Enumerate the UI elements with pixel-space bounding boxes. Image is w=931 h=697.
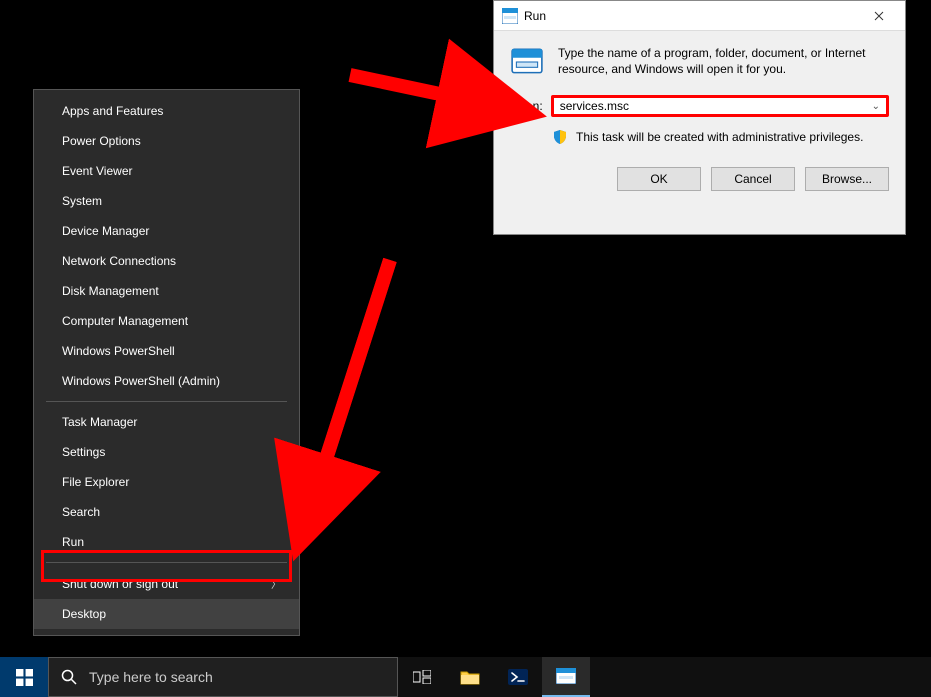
taskbar: Type here to search xyxy=(0,657,931,697)
run-dialog-titlebar[interactable]: Run xyxy=(494,1,905,31)
taskbar-app-explorer[interactable] xyxy=(446,657,494,697)
chevron-right-icon: 〉 xyxy=(271,576,281,591)
run-open-combobox[interactable]: services.msc ⌄ xyxy=(551,95,889,117)
run-dialog: Run Type the name of a program, folder, … xyxy=(493,0,906,235)
winx-item-powershell-admin[interactable]: Windows PowerShell (Admin) xyxy=(34,366,299,396)
ok-button[interactable]: OK xyxy=(617,167,701,191)
winx-item-disk-management[interactable]: Disk Management xyxy=(34,276,299,306)
task-view-button[interactable] xyxy=(398,657,446,697)
winx-item-event-viewer[interactable]: Event Viewer xyxy=(34,156,299,186)
taskbar-search[interactable]: Type here to search xyxy=(48,657,398,697)
run-open-label: Open: xyxy=(510,99,543,113)
powershell-icon xyxy=(508,669,528,685)
task-view-icon xyxy=(413,670,431,684)
taskbar-app-run[interactable] xyxy=(542,657,590,697)
winx-context-menu: Apps and Features Power Options Event Vi… xyxy=(33,89,300,636)
start-button[interactable] xyxy=(0,657,48,697)
winx-separator xyxy=(46,401,287,402)
run-dialog-icon xyxy=(502,8,518,24)
close-button[interactable] xyxy=(856,2,901,30)
file-explorer-icon xyxy=(460,669,480,685)
taskbar-search-placeholder: Type here to search xyxy=(89,669,213,685)
winx-item-desktop[interactable]: Desktop xyxy=(34,599,299,629)
run-dialog-buttons: OK Cancel Browse... xyxy=(494,155,905,201)
winx-item-task-manager[interactable]: Task Manager xyxy=(34,407,299,437)
winx-item-device-manager[interactable]: Device Manager xyxy=(34,216,299,246)
run-open-value: services.msc xyxy=(560,99,629,113)
run-dialog-title: Run xyxy=(524,9,856,23)
winx-item-system[interactable]: System xyxy=(34,186,299,216)
winx-item-computer-management[interactable]: Computer Management xyxy=(34,306,299,336)
run-admin-note: This task will be created with administr… xyxy=(576,130,863,144)
run-dialog-icon xyxy=(556,668,576,684)
taskbar-app-powershell[interactable] xyxy=(494,657,542,697)
winx-item-powershell[interactable]: Windows PowerShell xyxy=(34,336,299,366)
run-large-icon xyxy=(510,45,544,79)
winx-separator xyxy=(46,562,287,563)
windows-logo-icon xyxy=(16,669,33,686)
winx-item-settings[interactable]: Settings xyxy=(34,437,299,467)
winx-item-apps-features[interactable]: Apps and Features xyxy=(34,96,299,126)
winx-item-network-connections[interactable]: Network Connections xyxy=(34,246,299,276)
winx-item-file-explorer[interactable]: File Explorer xyxy=(34,467,299,497)
winx-item-search[interactable]: Search xyxy=(34,497,299,527)
chevron-down-icon: ⌄ xyxy=(872,101,880,112)
search-icon xyxy=(61,669,77,685)
taskbar-icons xyxy=(398,657,590,697)
winx-item-shutdown[interactable]: Shut down or sign out 〉 xyxy=(34,568,299,599)
cancel-button[interactable]: Cancel xyxy=(711,167,795,191)
run-help-text: Type the name of a program, folder, docu… xyxy=(558,45,889,77)
winx-item-power-options[interactable]: Power Options xyxy=(34,126,299,156)
winx-item-run[interactable]: Run xyxy=(34,527,299,557)
uac-shield-icon xyxy=(552,129,568,145)
browse-button[interactable]: Browse... xyxy=(805,167,889,191)
close-icon xyxy=(874,11,884,21)
